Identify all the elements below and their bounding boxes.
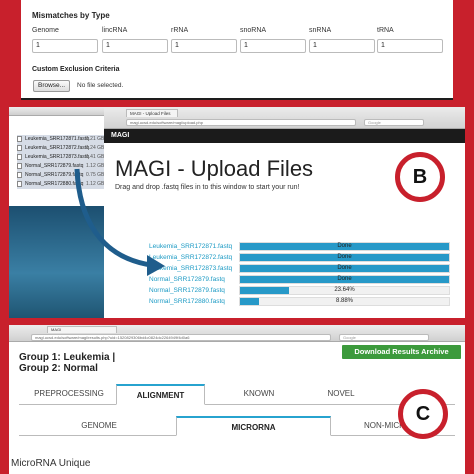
upload-status: Done — [337, 254, 352, 260]
subtab-genome[interactable]: GENOME — [39, 416, 159, 436]
rrna-input[interactable]: 1 — [171, 39, 237, 53]
field-label: snoRNA — [240, 27, 267, 34]
upload-progress-bar: Done — [239, 264, 450, 273]
group-line-2: Group 2: Normal — [19, 363, 98, 374]
upload-progress-bar: Done — [239, 253, 450, 262]
panel-badge-c: C — [398, 389, 448, 439]
url-bar[interactable]: magi.ucsd.edu/software/magi/results.php?… — [31, 334, 331, 341]
no-file-label: No file selected. — [77, 82, 124, 89]
file-icon — [17, 136, 22, 142]
subtab-microrna[interactable]: MICRORNA — [176, 416, 331, 436]
panel-b-upload: Leukemia_SRR172871.fastq 1.21 GB Leukemi… — [9, 107, 465, 318]
badge-letter: B — [412, 166, 428, 188]
search-box[interactable]: Google — [339, 334, 429, 341]
field-lincrna: lincRNA 1 — [102, 27, 168, 53]
snorna-input[interactable]: 1 — [240, 39, 306, 53]
alignment-subtabs: GENOME MICRORNA NON-MICRORNA — [19, 416, 455, 436]
file-icon — [17, 154, 22, 160]
result-tabs: PREPROCESSING ALIGNMENT KNOWN NOVEL — [19, 384, 455, 405]
browser-tab[interactable]: MAGI — [47, 326, 117, 333]
exclusion-title: Custom Exclusion Criteria — [32, 66, 120, 73]
search-box[interactable]: Google — [364, 119, 424, 126]
field-genome: Genome 1 — [32, 27, 98, 53]
upload-status: Done — [337, 243, 352, 249]
upload-progress-bar: 23.64% — [239, 286, 450, 295]
upload-status: 8.88% — [335, 298, 353, 304]
mismatches-title: Mismatches by Type — [32, 11, 110, 20]
tab-preprocessing[interactable]: PREPROCESSING — [19, 384, 119, 405]
browse-button[interactable]: Browse... — [33, 80, 71, 92]
upload-status: 23.64% — [334, 287, 355, 293]
upload-status: Done — [337, 276, 352, 282]
field-snrna: snRNA 1 — [309, 27, 375, 53]
group-line-1: Group 1: Leukemia | — [19, 352, 116, 363]
panel-a-settings: Mismatches by Type Genome 1 lincRNA 1 rR… — [21, 0, 453, 100]
panel-c-results: MAGI magi.ucsd.edu/software/magi/results… — [9, 325, 465, 474]
download-results-button[interactable]: Download Results Archive — [342, 345, 461, 359]
upload-progress-bar: Done — [239, 275, 450, 284]
figure-frame: Mismatches by Type Genome 1 lincRNA 1 rR… — [0, 0, 474, 474]
field-label: snRNA — [309, 27, 332, 34]
file-icon — [17, 145, 22, 151]
field-label: tRNA — [377, 27, 394, 34]
trna-input[interactable]: 1 — [377, 39, 443, 53]
tab-novel[interactable]: NOVEL — [301, 384, 381, 405]
group-title: Group 1: Leukemia | Group 2: Normal — [19, 352, 115, 374]
file-icon — [17, 172, 22, 178]
field-snorna: snoRNA 1 — [240, 27, 306, 53]
genome-input[interactable]: 1 — [32, 39, 98, 53]
field-rrna: rRNA 1 — [171, 27, 237, 53]
field-label: Genome — [32, 27, 59, 34]
microrna-heading: MicroRNA Unique — [11, 458, 91, 469]
browser-toolbar: MAGI magi.ucsd.edu/software/magi/results… — [9, 325, 465, 342]
field-trna: tRNA 1 — [377, 27, 443, 53]
upload-progress-bar: 8.88% — [239, 297, 450, 306]
panel-badge-b: B — [395, 152, 445, 202]
file-icon — [17, 163, 22, 169]
file-icon — [17, 181, 22, 187]
field-label: lincRNA — [102, 27, 128, 34]
badge-letter: C — [415, 403, 431, 425]
lincrna-input[interactable]: 1 — [102, 39, 168, 53]
field-label: rRNA — [171, 27, 189, 34]
upload-status: Done — [337, 265, 352, 271]
upload-progress-bar: Done — [239, 242, 450, 251]
tab-alignment[interactable]: ALIGNMENT — [116, 384, 205, 405]
drag-arrow-icon — [74, 168, 165, 276]
snrna-input[interactable]: 1 — [309, 39, 375, 53]
tab-known[interactable]: KNOWN — [219, 384, 299, 405]
